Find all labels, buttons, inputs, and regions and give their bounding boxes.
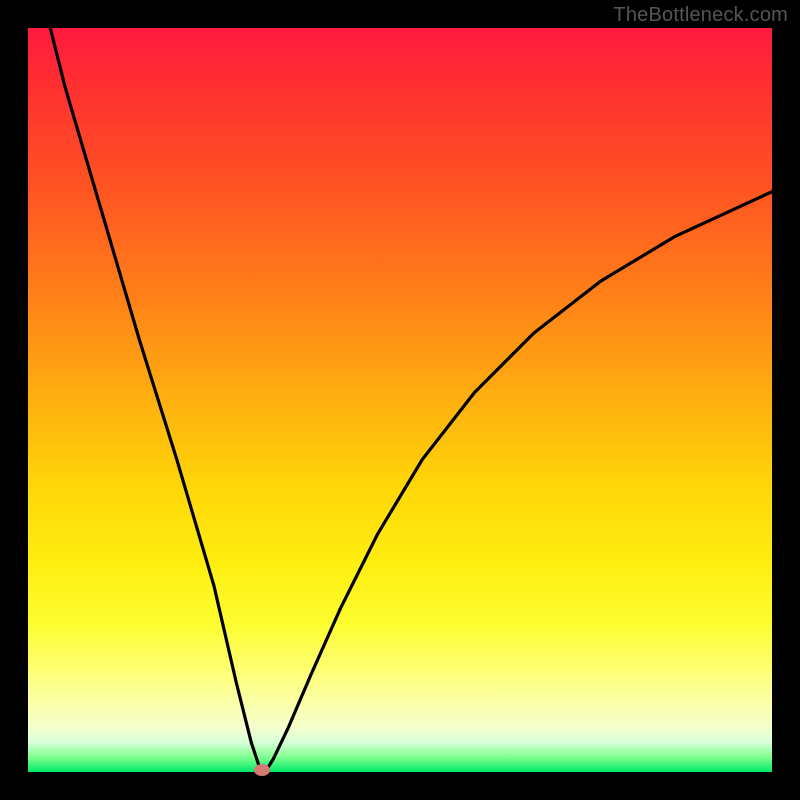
watermark-text: TheBottleneck.com	[613, 4, 788, 27]
bottleneck-curve	[50, 28, 772, 772]
chart-frame: TheBottleneck.com	[0, 0, 800, 800]
curve-svg	[28, 28, 772, 772]
optimum-marker	[254, 764, 270, 776]
plot-area	[28, 28, 772, 772]
